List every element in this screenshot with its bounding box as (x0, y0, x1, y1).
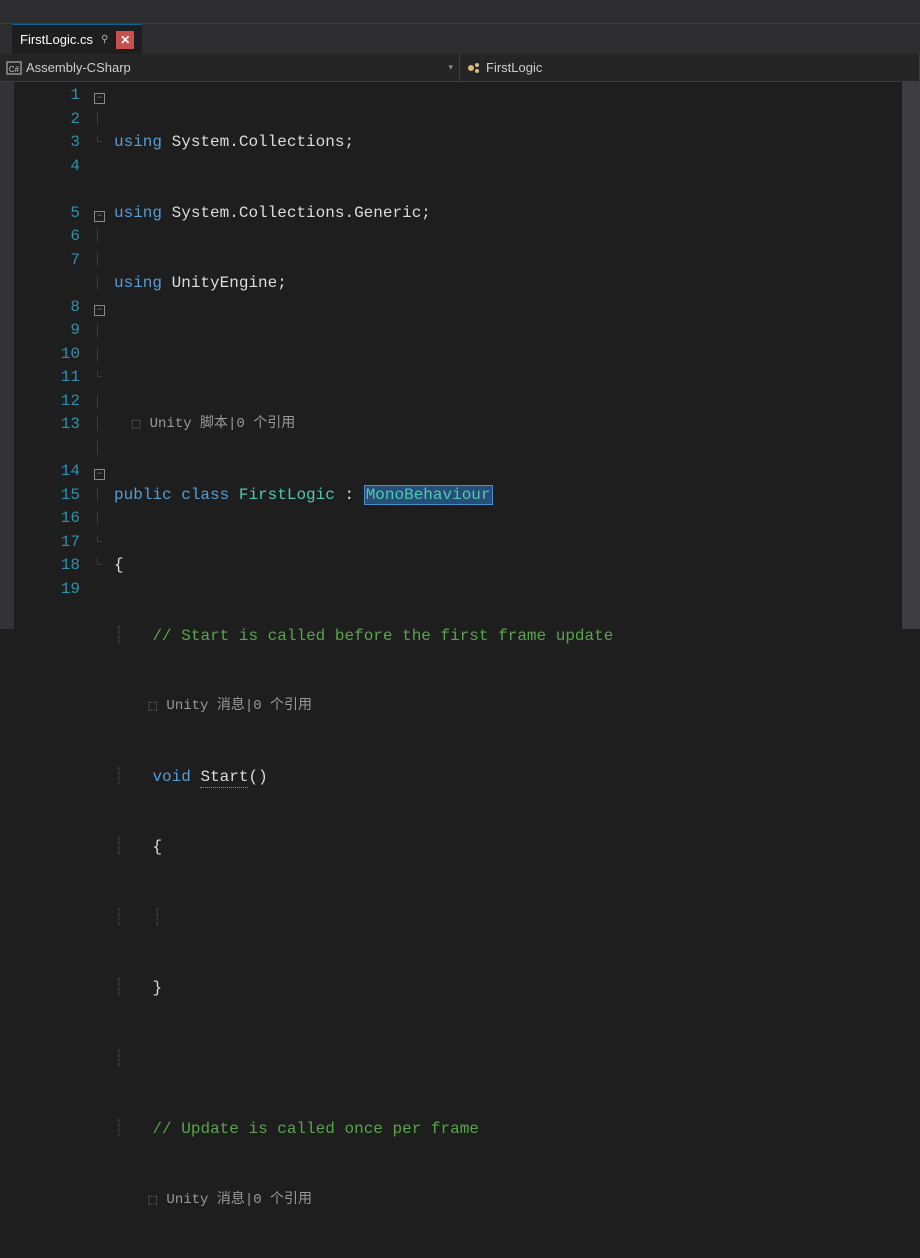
line-number (14, 178, 80, 202)
pin-icon[interactable]: ⚲ (101, 34, 108, 45)
code-editor[interactable]: 1 2 3 4 5 6 7 8 9 10 11 12 13 14 15 16 1… (0, 82, 920, 629)
fold-toggle[interactable]: − (94, 93, 105, 104)
class-icon (466, 60, 482, 76)
cube-icon: ⬚ (148, 1195, 158, 1207)
line-number: 15 (14, 484, 80, 508)
code-line: using System.Collections.Generic; (114, 202, 902, 226)
line-number: 10 (14, 343, 80, 367)
line-number: 13 (14, 413, 80, 437)
top-toolbar (0, 0, 920, 24)
csharp-project-icon: C# (6, 60, 22, 76)
code-line (114, 343, 902, 367)
code-line: using UnityEngine; (114, 272, 902, 296)
line-number-gutter: 1 2 3 4 5 6 7 8 9 10 11 12 13 14 15 16 1… (14, 82, 94, 629)
nav-project-label: Assembly-CSharp (26, 60, 131, 75)
code-line: public class FirstLogic : MonoBehaviour (114, 484, 902, 508)
codelens-update[interactable]: ⬚ Unity 消息|0 个引用 (114, 1189, 902, 1213)
nav-member-label: FirstLogic (486, 60, 542, 75)
navigation-bar: C# Assembly-CSharp ▾ FirstLogic (0, 54, 920, 82)
code-line: { (114, 554, 902, 578)
code-text-area[interactable]: using System.Collections; using System.C… (114, 82, 902, 629)
line-number: 1 (14, 84, 80, 108)
code-line: ┊ void Start() (114, 766, 902, 790)
line-number (14, 272, 80, 296)
code-line: using System.Collections; (114, 131, 902, 155)
code-line: ┊ } (114, 977, 902, 1001)
code-line: ┊ ┊ (114, 907, 902, 931)
line-number: 18 (14, 554, 80, 578)
line-number: 7 (14, 249, 80, 273)
code-line: ┊ { (114, 836, 902, 860)
cube-icon: ⬚ (131, 419, 141, 431)
code-line: ┊ (114, 1048, 902, 1072)
line-number (14, 437, 80, 461)
indicator-margin (0, 82, 14, 629)
line-number: 17 (14, 531, 80, 555)
close-icon[interactable]: ✕ (116, 31, 134, 49)
line-number: 16 (14, 507, 80, 531)
vertical-scrollbar[interactable] (902, 82, 920, 629)
line-number: 12 (14, 390, 80, 414)
line-number: 2 (14, 108, 80, 132)
line-number: 9 (14, 319, 80, 343)
line-number: 11 (14, 366, 80, 390)
cube-icon: ⬚ (148, 701, 158, 713)
code-line: ┊ // Start is called before the first fr… (114, 625, 902, 649)
line-number: 6 (14, 225, 80, 249)
nav-member-dropdown[interactable]: FirstLogic (460, 54, 920, 81)
file-tab-firstlogic[interactable]: FirstLogic.cs ⚲ ✕ (12, 24, 142, 54)
tab-filename: FirstLogic.cs (20, 32, 93, 47)
line-number: 4 (14, 155, 80, 179)
line-number: 8 (14, 296, 80, 320)
codelens-class[interactable]: ⬚ Unity 脚本|0 个引用 (114, 413, 902, 437)
line-number: 3 (14, 131, 80, 155)
codelens-start[interactable]: ⬚ Unity 消息|0 个引用 (114, 695, 902, 719)
tab-bar: FirstLogic.cs ⚲ ✕ (0, 24, 920, 54)
outlining-margin: − │ └ − │ │ │ − │ │ └ │ │ │ − │ │ └ └ (94, 82, 114, 629)
fold-toggle[interactable]: − (94, 305, 105, 316)
chevron-down-icon: ▾ (448, 62, 453, 73)
fold-toggle[interactable]: − (94, 211, 105, 222)
nav-project-dropdown[interactable]: C# Assembly-CSharp ▾ (0, 54, 460, 81)
code-line: ┊ // Update is called once per frame (114, 1118, 902, 1142)
svg-text:C#: C# (9, 65, 20, 74)
line-number: 19 (14, 578, 80, 602)
line-number: 5 (14, 202, 80, 226)
fold-toggle[interactable]: − (94, 469, 105, 480)
line-number: 14 (14, 460, 80, 484)
